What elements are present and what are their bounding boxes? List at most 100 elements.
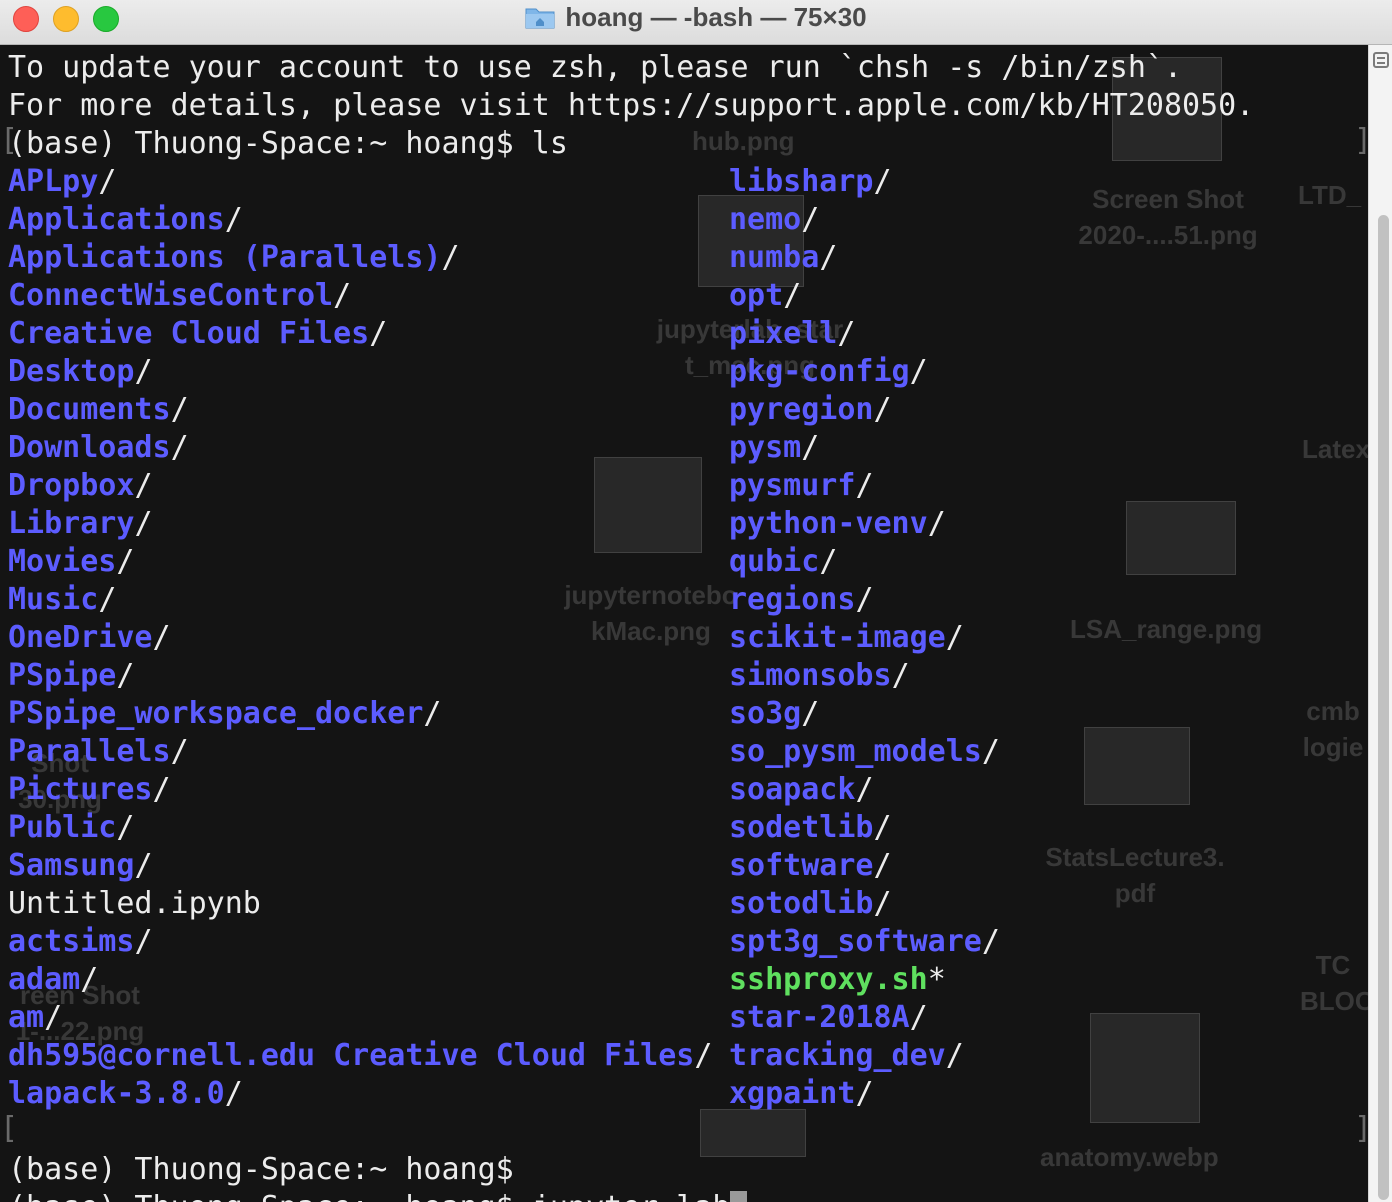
ls-entry: actsims/ xyxy=(8,923,712,961)
desktop-label: LTD_ xyxy=(1298,180,1362,210)
terminal-content[interactable]: hub.png Screen Shot 2020-....51.png LTD_… xyxy=(0,45,1368,1202)
ls-entry: qubic/ xyxy=(729,543,1000,581)
ls-entry-suffix: / xyxy=(873,848,892,883)
ls-entry-name: spt3g_software xyxy=(729,924,982,959)
ls-entry-name: Samsung xyxy=(8,848,135,883)
ls-entry-suffix: / xyxy=(873,886,892,921)
ls-entry-suffix: / xyxy=(801,696,820,731)
ls-entry: Dropbox/ xyxy=(8,467,712,505)
ls-entry-name: Desktop xyxy=(8,354,135,389)
ls-entry-name: Pictures xyxy=(8,772,153,807)
ls-entry: OneDrive/ xyxy=(8,619,712,657)
ls-entry: python-venv/ xyxy=(729,505,1000,543)
ls-entry-name: scikit-image xyxy=(729,620,946,655)
ls-entry-name: sotodlib xyxy=(729,886,874,921)
ls-entry: simonsobs/ xyxy=(729,657,1000,695)
ls-entry-suffix: / xyxy=(152,772,171,807)
ls-entry: Pictures/ xyxy=(8,771,712,809)
ls-entry-suffix: / xyxy=(44,1000,63,1035)
prompt-line: (base) Thuong-Space:~ hoang$ ls xyxy=(8,126,568,161)
ls-entry-name: actsims xyxy=(8,924,135,959)
window-title: hoang — -bash — 75×30 xyxy=(565,1,867,32)
ls-entry: pyregion/ xyxy=(729,391,1000,429)
desktop-label: Latex xyxy=(1302,434,1368,464)
ls-column-left: APLpy/Applications/Applications (Paralle… xyxy=(8,163,712,1113)
output-line: For more details, please visit https://s… xyxy=(8,88,1255,123)
ls-entry-suffix: / xyxy=(909,354,928,389)
ls-entry: regions/ xyxy=(729,581,1000,619)
ls-entry-suffix: / xyxy=(441,240,460,275)
terminal-window: hoang — -bash — 75×30 hub.png Screen Sho… xyxy=(0,0,1392,1202)
ls-entry-name: Movies xyxy=(8,544,117,579)
ls-entry-name: sodetlib xyxy=(729,810,874,845)
ls-entry-name: Parallels xyxy=(8,734,171,769)
title-bar[interactable]: hoang — -bash — 75×30 xyxy=(0,0,1392,45)
ls-entry: Parallels/ xyxy=(8,733,712,771)
ls-entry: xgpaint/ xyxy=(729,1075,1000,1113)
ls-entry-name: regions xyxy=(729,582,856,617)
terminal-output: To update your account to use zsh, pleas… xyxy=(8,49,1254,1202)
ls-entry-suffix: / xyxy=(134,848,153,883)
ls-entry-suffix: / xyxy=(783,278,802,313)
ls-entry-name: PSpipe xyxy=(8,658,117,693)
desktop-label: TC BLOC xyxy=(1300,950,1368,1016)
command-input-text[interactable]: (base) Thuong-Space:~ hoang$ jupyter lab xyxy=(8,1190,730,1202)
ls-entry-name: Applications xyxy=(8,202,225,237)
ls-entry: ConnectWiseControl/ xyxy=(8,277,712,315)
ls-entry-name: nemo xyxy=(729,202,802,237)
ls-entry: spt3g_software/ xyxy=(729,923,1000,961)
ls-entry-suffix: / xyxy=(170,392,189,427)
ls-entry: opt/ xyxy=(729,277,1000,315)
command-input-line[interactable]: (base) Thuong-Space:~ hoang$ jupyter lab xyxy=(8,1189,1254,1202)
ls-entry-suffix: / xyxy=(801,430,820,465)
ls-entry-suffix: / xyxy=(134,924,153,959)
ls-entry-name: sshproxy.sh xyxy=(729,962,928,997)
ls-entry-name: Dropbox xyxy=(8,468,135,503)
ls-entry: numba/ xyxy=(729,239,1000,277)
ls-entry: Applications/ xyxy=(8,201,712,239)
ls-entry-name: Creative Cloud Files xyxy=(8,316,370,351)
ls-entry-suffix: / xyxy=(819,240,838,275)
ls-entry-suffix: / xyxy=(98,164,117,199)
ls-entry: sotodlib/ xyxy=(729,885,1000,923)
ls-entry-name: pkg-config xyxy=(729,354,910,389)
ls-entry-suffix: / xyxy=(981,924,1000,959)
ls-entry-name: pixell xyxy=(729,316,838,351)
ls-entry: pysm/ xyxy=(729,429,1000,467)
ls-entry-suffix: * xyxy=(927,962,946,997)
ls-entry-name: Library xyxy=(8,506,135,541)
ls-entry-suffix: / xyxy=(224,1076,243,1111)
ls-entry: Untitled.ipynb xyxy=(8,885,712,923)
ls-entry: Public/ xyxy=(8,809,712,847)
ls-entry: software/ xyxy=(729,847,1000,885)
ls-entry-name: Documents xyxy=(8,392,171,427)
ls-column-right: libsharp/nemo/numba/opt/pixell/pkg-confi… xyxy=(729,163,1000,1113)
ls-entry-suffix: / xyxy=(927,506,946,541)
ls-entry-suffix: / xyxy=(170,734,189,769)
ls-entry: so3g/ xyxy=(729,695,1000,733)
ls-entry: star-2018A/ xyxy=(729,999,1000,1037)
ls-entry-suffix: / xyxy=(98,582,117,617)
ls-entry-name: lapack-3.8.0 xyxy=(8,1076,225,1111)
ls-entry-name: dh595@cornell.edu Creative Cloud Files xyxy=(8,1038,695,1073)
ls-entry-suffix: / xyxy=(801,202,820,237)
ls-entry: dh595@cornell.edu Creative Cloud Files/ xyxy=(8,1037,712,1075)
ls-entry-name: Music xyxy=(8,582,99,617)
ls-entry-name: opt xyxy=(729,278,784,313)
ls-entry-suffix: / xyxy=(369,316,388,351)
ls-entry: Samsung/ xyxy=(8,847,712,885)
ls-entry-suffix: / xyxy=(909,1000,928,1035)
ls-entry-name: pysmurf xyxy=(729,468,856,503)
ls-entry-suffix: / xyxy=(134,506,153,541)
ls-entry: Library/ xyxy=(8,505,712,543)
ls-entry-name: pyregion xyxy=(729,392,874,427)
ls-entry: Movies/ xyxy=(8,543,712,581)
scrollbar-menu-icon[interactable] xyxy=(1373,52,1389,68)
mark-bracket-right: ] xyxy=(1354,1111,1368,1146)
scrollbar-thumb[interactable] xyxy=(1378,215,1389,1200)
ls-entry-suffix: / xyxy=(116,544,135,579)
ls-entry: PSpipe_workspace_docker/ xyxy=(8,695,712,733)
ls-entry-suffix: / xyxy=(855,1076,874,1111)
ls-entry-suffix: / xyxy=(116,658,135,693)
ls-entry-name: adam xyxy=(8,962,81,997)
